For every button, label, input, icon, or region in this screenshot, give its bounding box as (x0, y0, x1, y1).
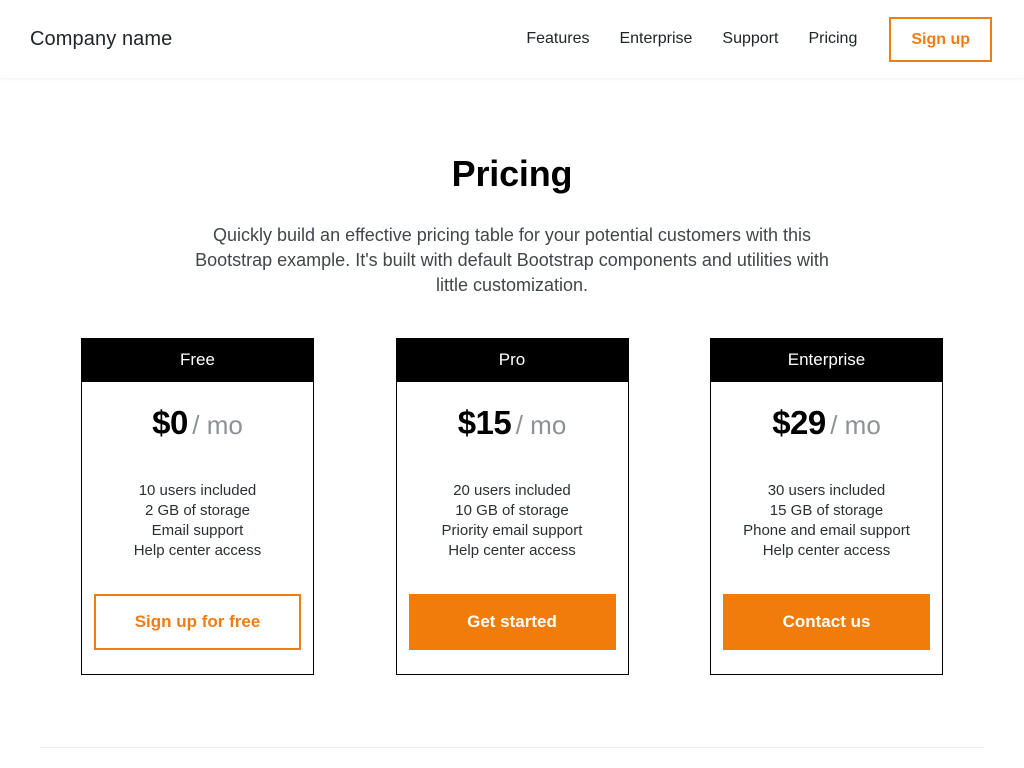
feature-list: 10 users included 2 GB of storage Email … (94, 481, 301, 561)
pricing-card-body: $0 / mo 10 users included 2 GB of storag… (82, 382, 313, 674)
feature-item: 2 GB of storage (144, 502, 251, 519)
price-amount: $0 (152, 404, 188, 441)
feature-item: Help center access (133, 542, 262, 559)
feature-item: 20 users included (453, 482, 571, 499)
nav-link-pricing[interactable]: Pricing (793, 21, 872, 57)
main-navigation: Features Enterprise Support Pricing Sign… (511, 16, 992, 62)
pricing-card-title: Pro (396, 339, 628, 382)
price-period: / mo (192, 410, 243, 440)
price-amount: $29 (772, 404, 826, 441)
pricing-card-body: $15 / mo 20 users included 10 GB of stor… (396, 382, 628, 674)
pricing-card-free: Free $0 / mo 10 users included 2 GB of s… (81, 338, 314, 675)
page-description: Quickly build an effective pricing table… (195, 225, 829, 295)
price-line: $15 / mo (409, 404, 616, 449)
price-amount: $15 (457, 404, 512, 441)
price-period: / mo (515, 410, 567, 440)
price-line: $29 / mo (723, 404, 930, 449)
pricing-page: Company name Features Enterprise Support… (0, 0, 1024, 768)
feature-item: 15 GB of storage (769, 502, 884, 519)
pricing-cards-row: Free $0 / mo 10 users included 2 GB of s… (81, 338, 943, 675)
feature-list: 20 users included 10 GB of storage Prior… (409, 481, 616, 561)
pricing-card-body: $29 / mo 30 users included 15 GB of stor… (711, 382, 942, 674)
brand-logo-text[interactable]: Company name (30, 27, 172, 51)
hero-section: Pricing Quickly build an effective prici… (0, 78, 1024, 298)
page-title: Pricing (451, 153, 573, 194)
price-period: / mo (830, 410, 881, 440)
feature-item: 10 GB of storage (455, 502, 569, 519)
feature-item: Priority email support (441, 522, 583, 539)
feature-item: 10 users included (138, 482, 257, 499)
pricing-card-title: Enterprise (711, 339, 942, 382)
nav-link-enterprise[interactable]: Enterprise (604, 21, 707, 57)
feature-item: Phone and email support (743, 522, 910, 539)
pricing-cta-sign-up-for-free[interactable]: Sign up for free (94, 594, 301, 650)
price-line: $0 / mo (94, 404, 301, 449)
nav-link-features[interactable]: Features (511, 21, 604, 57)
footer-divider (40, 747, 984, 748)
site-header: Company name Features Enterprise Support… (0, 0, 1024, 78)
feature-list: 30 users included 15 GB of storage Phone… (723, 481, 930, 561)
feature-item: 30 users included (767, 482, 886, 499)
pricing-cta-get-started[interactable]: Get started (408, 594, 616, 650)
nav-link-support[interactable]: Support (707, 21, 793, 57)
feature-item: Help center access (762, 542, 891, 559)
pricing-cta-contact-us[interactable]: Contact us (723, 594, 930, 650)
pricing-card-pro: Pro $15 / mo 20 users included 10 GB of … (395, 338, 629, 675)
sign-up-button[interactable]: Sign up (889, 16, 992, 62)
pricing-card-enterprise: Enterprise $29 / mo 30 users included 15… (710, 338, 943, 675)
feature-item: Email support (151, 522, 244, 539)
pricing-card-title: Free (82, 339, 313, 382)
feature-item: Help center access (448, 542, 576, 559)
